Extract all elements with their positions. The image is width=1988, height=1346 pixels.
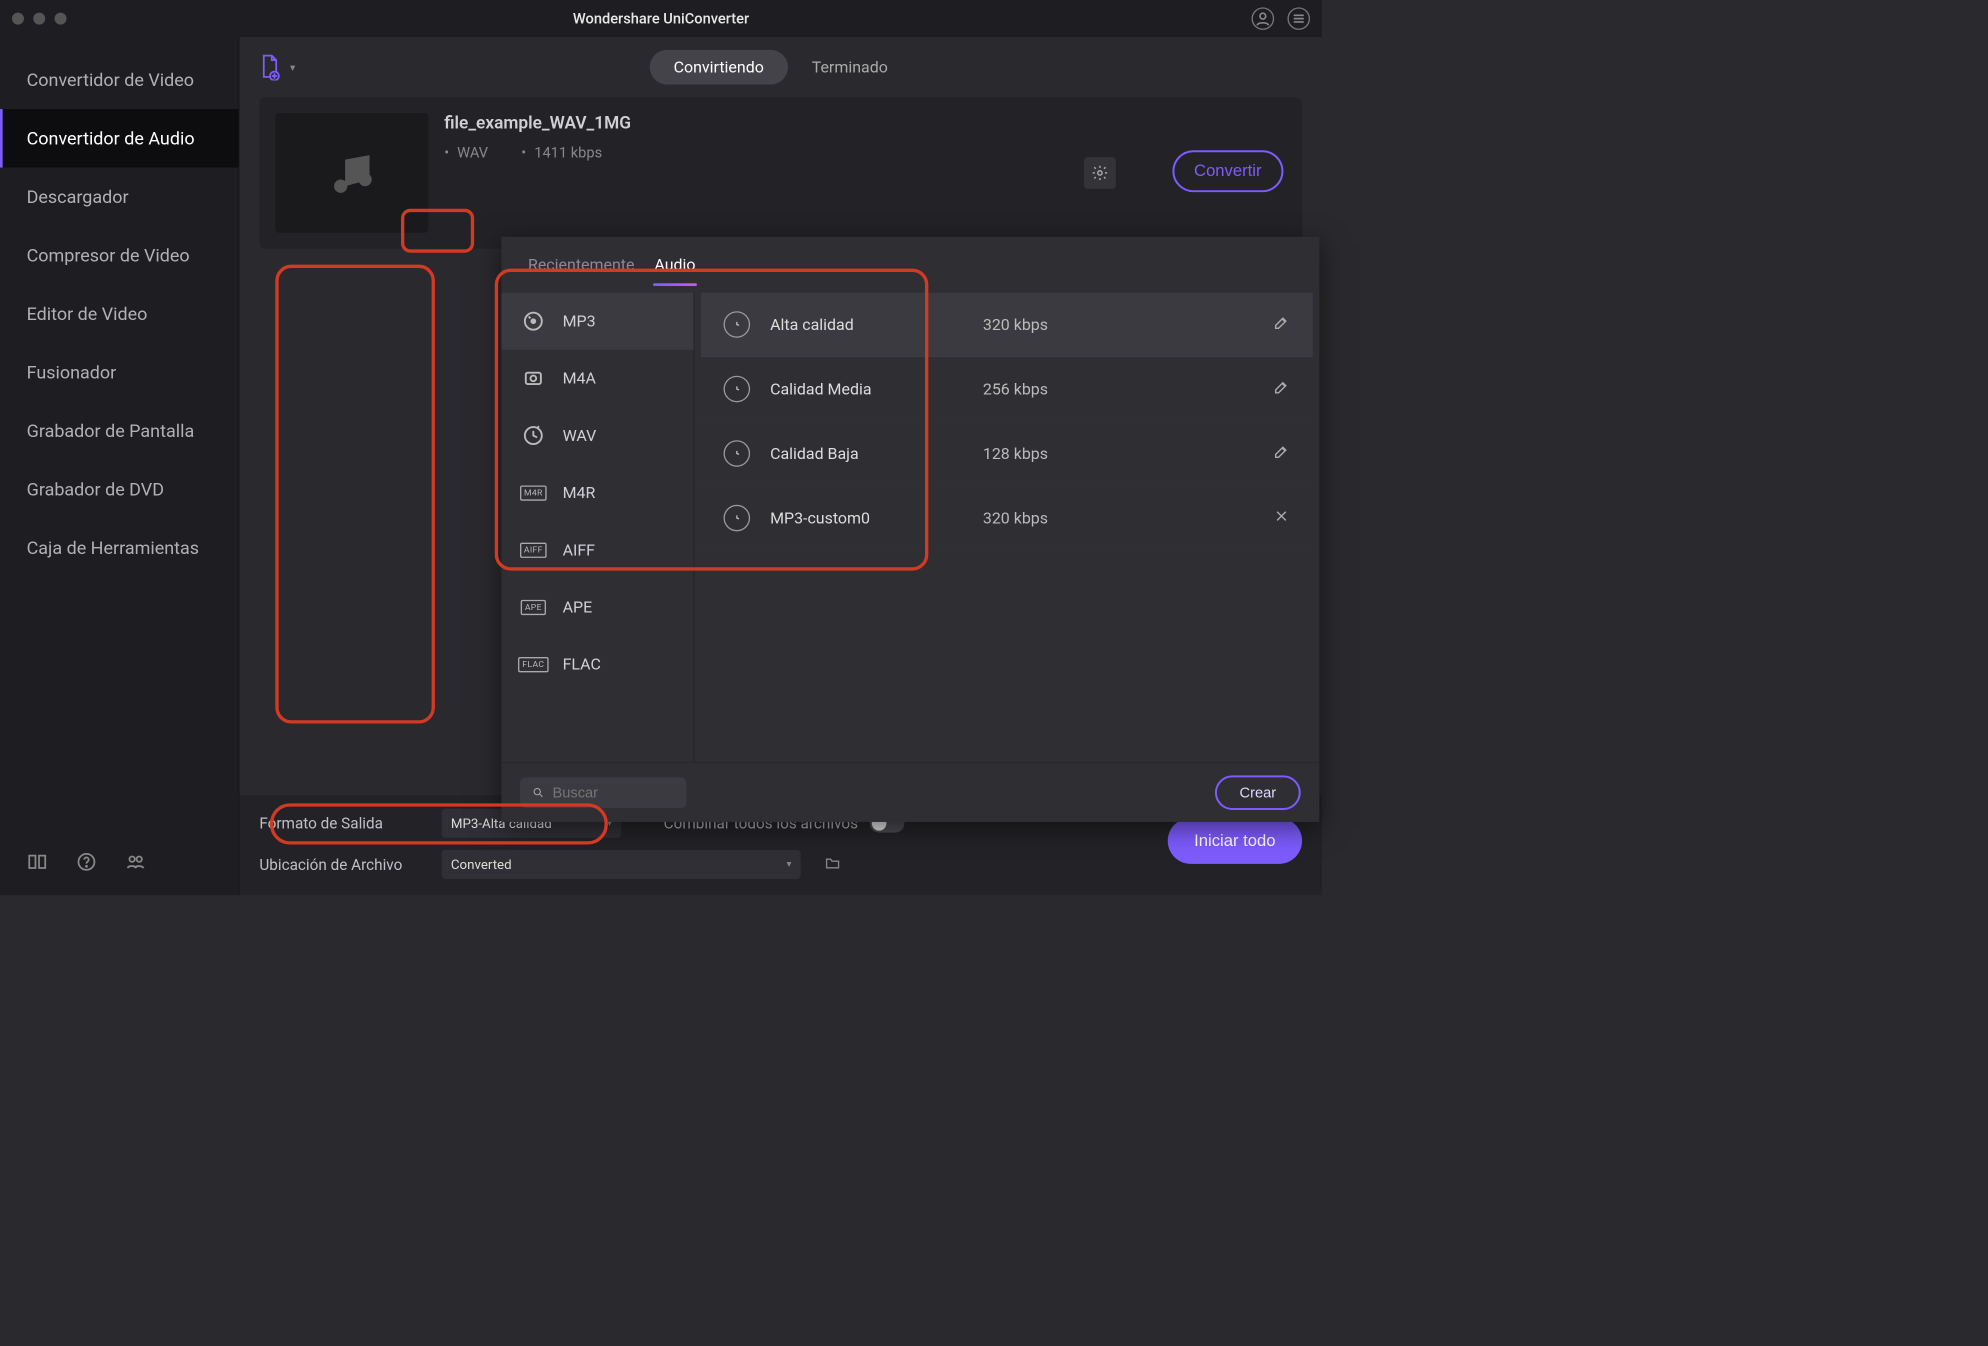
tab-finished[interactable]: Terminado [788,50,912,85]
close-window-button[interactable] [12,13,24,25]
zoom-window-button[interactable] [55,13,67,25]
help-icon[interactable] [76,851,97,875]
format-label: WAV [563,426,597,445]
quality-rate: 128 kbps [983,444,1048,463]
format-item[interactable]: FLAC FLAC [501,636,693,693]
file-codec: WAV [444,145,488,162]
quality-row[interactable]: MP3-custom0320 kbps [701,486,1313,551]
file-location-value: Converted [451,857,512,873]
format-popover: Recientemente Audio MP3M4AWAVM4RM4RAIFFA… [501,237,1319,822]
quality-name: Alta calidad [770,315,983,334]
edit-preset-icon[interactable] [1273,378,1290,399]
gear-icon[interactable] [1084,157,1116,189]
output-format-label: Formato de Salida [259,814,425,832]
format-item[interactable]: M4R M4R [501,464,693,521]
format-icon: FLAC [520,653,547,676]
file-card: file_example_WAV_1MG WAV 1411 kbps Conve… [259,97,1302,249]
guide-icon[interactable] [27,851,48,875]
sidebar-item[interactable]: Grabador de Pantalla [0,402,239,461]
edit-preset-icon[interactable] [1273,314,1290,335]
file-bitrate: 1411 kbps [521,145,602,162]
format-icon [520,310,547,333]
sidebar-item[interactable]: Convertidor de Video [0,51,239,110]
sidebar: Convertidor de VideoConvertidor de Audio… [0,37,239,895]
format-item[interactable]: MP3 [501,293,693,350]
format-icon: APE [520,596,547,619]
quality-rate: 320 kbps [983,509,1048,528]
search-input[interactable] [553,784,675,801]
format-label: FLAC [563,655,601,674]
quality-icon [724,505,751,532]
tab-converting[interactable]: Convirtiendo [650,50,788,85]
quality-row[interactable]: Calidad Baja128 kbps [701,422,1313,487]
chevron-down-icon: ▾ [290,61,295,74]
search-icon [532,785,545,800]
file-thumbnail [275,113,428,233]
format-item[interactable]: M4A [501,350,693,407]
delete-preset-icon[interactable] [1273,507,1290,528]
convert-button[interactable]: Convertir [1172,150,1283,192]
file-specs: WAV 1411 kbps [444,145,1286,162]
chevron-down-icon: ▾ [787,859,792,870]
topbar: ▾ Convirtiendo Terminado [239,37,1322,97]
quality-list: Alta calidad320 kbpsCalidad Media256 kbp… [694,293,1319,762]
file-name: file_example_WAV_1MG [444,113,1286,133]
start-all-button[interactable]: Iniciar todo [1168,818,1303,864]
quality-icon [724,376,751,403]
titlebar: Wondershare UniConverter [0,0,1322,37]
open-folder-icon[interactable] [823,855,842,874]
quality-rate: 320 kbps [983,315,1048,334]
quality-icon [724,311,751,338]
community-icon[interactable] [125,851,146,875]
quality-row[interactable]: Alta calidad320 kbps [701,293,1313,358]
format-icon: AIFF [520,539,547,562]
edit-preset-icon[interactable] [1273,443,1290,464]
popover-tab-recent[interactable]: Recientemente [521,251,641,283]
content-area: ▾ Convirtiendo Terminado file_example_WA… [239,37,1322,895]
format-list: MP3 M4A WAV M4R M4R AIFF AIFF APE APE FLAC FLAC [501,293,694,762]
format-item[interactable]: APE APE [501,579,693,636]
quality-rate: 256 kbps [983,380,1048,399]
window-controls [12,13,67,25]
format-item[interactable]: AIFF AIFF [501,521,693,578]
file-location-label: Ubicación de Archivo [259,856,425,874]
account-icon[interactable] [1252,7,1275,30]
quality-name: Calidad Baja [770,444,983,463]
sidebar-item[interactable]: Editor de Video [0,285,239,344]
add-file-button[interactable]: ▾ [259,54,295,81]
sidebar-item[interactable]: Compresor de Video [0,226,239,285]
format-icon [520,424,547,447]
format-label: AIFF [563,541,595,560]
minimize-window-button[interactable] [33,13,45,25]
quality-row[interactable]: Calidad Media256 kbps [701,357,1313,422]
menu-icon[interactable] [1287,7,1310,30]
format-search[interactable] [520,777,686,808]
popover-tab-audio[interactable]: Audio [648,251,702,283]
quality-name: Calidad Media [770,380,983,399]
sidebar-item[interactable]: Fusionador [0,343,239,402]
app-title: Wondershare UniConverter [573,10,749,27]
file-location-select[interactable]: Converted ▾ [442,850,801,879]
sidebar-item[interactable]: Caja de Herramientas [0,519,239,578]
quality-name: MP3-custom0 [770,509,983,528]
format-icon [520,367,547,390]
format-label: M4R [563,483,596,502]
quality-icon [724,440,751,467]
format-icon: M4R [520,481,547,504]
sidebar-item[interactable]: Grabador de DVD [0,460,239,519]
sidebar-item[interactable]: Convertidor de Audio [0,109,239,168]
format-item[interactable]: WAV [501,407,693,464]
format-label: APE [563,598,593,617]
format-label: MP3 [563,312,596,331]
status-tabs: Convirtiendo Terminado [650,50,912,85]
create-preset-button[interactable]: Crear [1215,775,1301,810]
sidebar-item[interactable]: Descargador [0,168,239,227]
format-label: M4A [563,369,596,388]
